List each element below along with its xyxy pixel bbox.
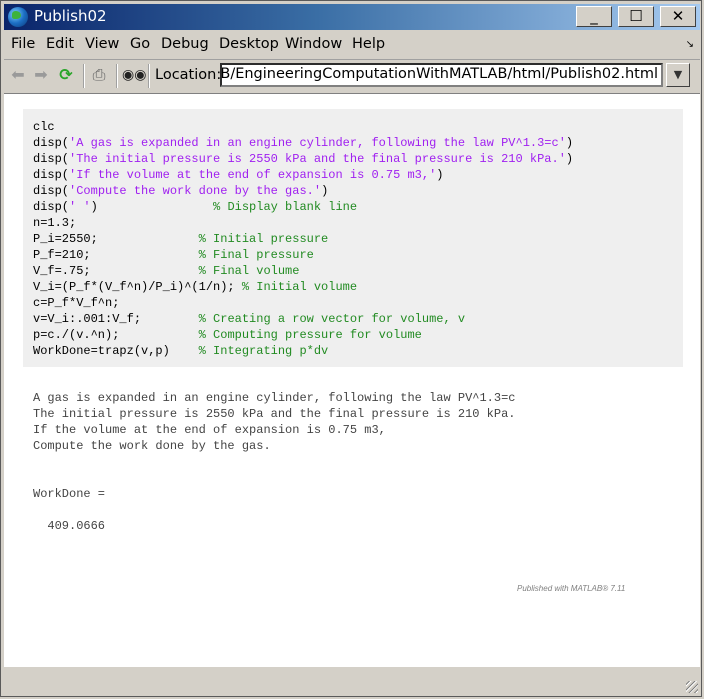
globe-icon [8,7,28,27]
code-line: disp('Compute the work done by the gas.'… [33,183,573,199]
code-listing: clc disp('A gas is expanded in an engine … [33,119,573,359]
forward-icon[interactable]: ➡ [32,66,50,84]
code-text: WorkDone=trapz(v,p) [33,344,199,358]
code-text: n=1.3; [33,216,77,230]
back-icon[interactable]: ⬅ [9,66,27,84]
code-line: disp('The initial pressure is 2550 kPa a… [33,151,573,167]
code-text: disp( [33,184,70,198]
undock-arrow-icon[interactable]: ↘ [686,39,694,50]
location-dropdown-button[interactable]: ▼ [666,63,690,87]
code-comment: % Final pressure [198,248,314,262]
code-text: p=c./(v.^n); [33,328,199,342]
code-output: A gas is expanded in an engine cylinder,… [33,391,516,533]
code-comment: % Initial pressure [198,232,329,246]
code-text: ) [565,136,574,150]
code-line: clc [33,119,573,135]
code-string: 'If the volume at the end of expansion i… [69,168,437,182]
refresh-icon[interactable]: ⟳ [57,66,75,84]
code-line: WorkDone=trapz(v,p) % Integrating p*dv [33,343,573,359]
code-comment: % Creating a row vector for volume, v [198,312,466,326]
toolbar-separator [148,64,150,88]
status-bar [4,667,700,695]
code-comment: % Display blank line [213,200,358,214]
menu-help[interactable]: Help [352,36,385,52]
code-line: V_f=.75; % Final volume [33,263,573,279]
code-text: disp( [33,136,70,150]
title-bar[interactable]: Publish02 _ ☐ ✕ [4,4,700,30]
code-line: disp(' ') % Display blank line [33,199,573,215]
close-button[interactable]: ✕ [660,6,696,27]
resize-grip-icon[interactable] [686,681,698,693]
code-text: ) [565,152,574,166]
window-title: Publish02 [34,7,107,25]
menu-debug[interactable]: Debug [161,36,209,52]
menu-bar: File Edit View Go Debug Desktop Window H… [4,33,700,57]
code-text: P_f=210; [33,248,199,262]
code-text: disp( [33,152,70,166]
code-text: P_i=2550; [33,232,199,246]
page-content: clc disp('A gas is expanded in an engine … [4,93,700,667]
code-text: ) [436,168,444,182]
code-text: disp( [33,168,70,182]
code-line: n=1.3; [33,215,573,231]
menu-desktop[interactable]: Desktop [219,36,279,52]
menu-go[interactable]: Go [130,36,150,52]
published-footer: Published with MATLAB® 7.11 [517,584,626,593]
code-comment: % Initial volume [241,280,358,294]
print-icon[interactable]: ⎙ [90,66,108,84]
code-comment: % Final volume [198,264,300,278]
location-label: Location: [155,67,222,83]
menu-window[interactable]: Window [285,36,342,52]
code-text: v=V_i:.001:V_f; [33,312,199,326]
code-line: c=P_f*V_f^n; [33,295,573,311]
code-text: clc [33,120,55,134]
chevron-down-icon: ▼ [673,68,683,81]
menu-view[interactable]: View [85,36,119,52]
code-text: ) [90,200,214,214]
code-string: 'A gas is expanded in an engine cylinder… [69,136,566,150]
menu-edit[interactable]: Edit [46,36,74,52]
code-string: 'Compute the work done by the gas.' [69,184,322,198]
menu-file[interactable]: File [11,36,35,52]
code-line: v=V_i:.001:V_f; % Creating a row vector … [33,311,573,327]
code-text: V_i=(P_f*(V_f^n)/P_i)^(1/n); [33,280,242,294]
code-line: disp('If the volume at the end of expans… [33,167,573,183]
code-line: V_i=(P_f*(V_f^n)/P_i)^(1/n); % Initial v… [33,279,573,295]
location-value: C:/Users/Documents/MATLAB/EngineeringCom… [220,66,658,82]
toolbar-separator [116,64,118,88]
code-string: ' ' [69,200,91,214]
code-text: V_f=.75; [33,264,199,278]
code-string: 'The initial pressure is 2550 kPa and th… [69,152,566,166]
code-line: P_i=2550; % Initial pressure [33,231,573,247]
location-input[interactable]: C:/Users/Documents/MATLAB/EngineeringCom… [220,63,663,87]
find-icon[interactable]: ◉◉ [122,66,146,84]
code-line: p=c./(v.^n); % Computing pressure for vo… [33,327,573,343]
code-comment: % Integrating p*dv [198,344,329,358]
minimize-button[interactable]: _ [576,6,612,27]
browser-window: Publish02 _ ☐ ✕ File Edit View Go Debug … [0,0,702,697]
toolbar: ⬅ ➡ ⟳ ⎙ ◉◉ Location: C:/Users/Documents/… [4,59,700,92]
code-comment: % Computing pressure for volume [198,328,422,342]
code-text: ) [321,184,329,198]
toolbar-separator [83,64,85,88]
code-line: P_f=210; % Final pressure [33,247,573,263]
maximize-button[interactable]: ☐ [618,6,654,27]
code-block: clc disp('A gas is expanded in an engine … [23,109,683,367]
code-line: disp('A gas is expanded in an engine cyl… [33,135,573,151]
code-text: disp( [33,200,70,214]
code-text: c=P_f*V_f^n; [33,296,120,310]
